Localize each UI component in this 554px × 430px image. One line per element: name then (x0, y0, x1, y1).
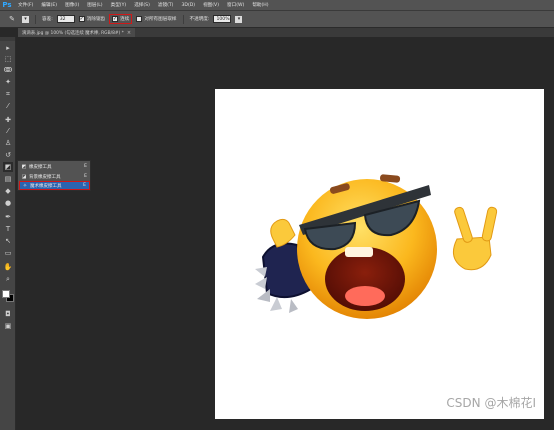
crop-tool-icon[interactable]: ⌗ (3, 89, 13, 99)
csdn-watermark: CSDN @木棉花I (446, 396, 536, 410)
opacity-dropdown-icon[interactable]: ▾ (235, 15, 243, 23)
photoshop-logo: Ps (2, 1, 12, 9)
contiguous-checkbox[interactable]: ✓ 连续 (109, 14, 133, 24)
flyout-item-shortcut: E (83, 183, 86, 188)
menu-layer[interactable]: 图层(L) (83, 2, 106, 8)
flyout-item-label: 橡皮擦工具 (29, 164, 52, 170)
blur-tool-icon[interactable]: ◆ (3, 186, 13, 196)
zoom-tool-icon[interactable]: ⌕ (3, 274, 13, 284)
pen-tool-icon[interactable]: ✒ (3, 212, 13, 222)
menu-edit[interactable]: 编辑(E) (37, 2, 61, 8)
panel-grip[interactable] (0, 37, 15, 41)
rock-on-hand (452, 206, 498, 271)
document-tab-title: 滴滴表.jpg @ 100% (勾选连续 魔术棒, RGB/8#) * (22, 30, 124, 36)
marquee-tool-icon[interactable]: ⬚ (3, 54, 13, 64)
screen-mode-icon[interactable]: ▣ (3, 321, 13, 331)
foreground-color-swatch[interactable] (2, 290, 10, 298)
hand-tool-icon[interactable]: ✋ (3, 262, 13, 272)
document-tab-bar: 滴滴表.jpg @ 100% (勾选连续 魔术棒, RGB/8#) * × (18, 28, 554, 37)
clone-stamp-tool-icon[interactable]: ♙ (3, 138, 13, 148)
magic-eraser-tool-preset-icon[interactable]: ✎ (6, 14, 18, 24)
eraser-tool-icon[interactable]: ◩ (3, 162, 13, 172)
eraser-tool-flyout: ◩ 橡皮擦工具 E ◪ 背景橡皮擦工具 E ✧ 魔术橡皮擦工具 E (17, 160, 91, 191)
document-canvas[interactable]: CSDN @木棉花I (215, 89, 544, 419)
menu-select[interactable]: 选择(S) (130, 2, 154, 8)
move-tool-icon[interactable]: ▸ (3, 43, 13, 53)
tolerance-label: 容差: (42, 17, 53, 22)
menu-type[interactable]: 类型(Y) (107, 2, 131, 8)
tolerance-input[interactable]: 32 (56, 15, 75, 23)
gradient-tool-icon[interactable]: ▤ (3, 174, 13, 184)
lasso-tool-icon[interactable]: ↂ (3, 65, 13, 75)
brush-tool-icon[interactable]: ⁄ (3, 126, 13, 136)
tool-preset-dropdown-icon[interactable]: ▾ (22, 15, 29, 23)
opacity-input[interactable]: 100% (213, 15, 232, 23)
all-layers-check-icon[interactable] (136, 16, 143, 22)
menu-window[interactable]: 窗口(W) (223, 2, 248, 8)
menu-help[interactable]: 帮助(H) (248, 2, 272, 8)
contiguous-label: 连续 (120, 17, 130, 22)
menu-filter[interactable]: 滤镜(T) (154, 2, 178, 8)
all-layers-checkbox[interactable]: 对所有图层取样 (136, 16, 177, 22)
contiguous-check-icon[interactable]: ✓ (112, 16, 119, 22)
document-tab[interactable]: 滴滴表.jpg @ 100% (勾选连续 魔术棒, RGB/8#) * × (18, 28, 136, 37)
options-bar: ✎ ▾ 容差: 32 ✓ 消除锯齿 ✓ 连续 对所有图层取样 不透明度: 100… (0, 11, 554, 28)
flyout-item-eraser[interactable]: ◩ 橡皮擦工具 E (19, 162, 90, 171)
all-layers-label: 对所有图层取样 (144, 17, 177, 22)
emoji-artwork (255, 174, 498, 319)
healing-brush-tool-icon[interactable]: ✚ (3, 115, 13, 125)
dodge-tool-icon[interactable]: ● (3, 198, 13, 208)
close-icon[interactable]: × (127, 30, 131, 36)
menu-file[interactable]: 文件(F) (14, 2, 37, 8)
eraser-icon: ◩ (21, 163, 27, 170)
opacity-label: 不透明度: (189, 17, 210, 22)
menu-view[interactable]: 视图(V) (199, 2, 223, 8)
quick-select-tool-icon[interactable]: ✦ (3, 77, 13, 87)
path-select-tool-icon[interactable]: ↖ (3, 236, 13, 246)
antialias-check-icon[interactable]: ✓ (78, 16, 85, 22)
flyout-item-shortcut: E (84, 174, 87, 179)
menu-bar: Ps 文件(F) 编辑(E) 图像(I) 图层(L) 类型(Y) 选择(S) 滤… (0, 0, 554, 11)
options-separator (35, 14, 36, 24)
antialias-label: 消除锯齿 (86, 17, 106, 22)
flyout-item-background-eraser[interactable]: ◪ 背景橡皮擦工具 E (19, 172, 90, 181)
tools-panel: ▸ ⬚ ↂ ✦ ⌗ ⁄ ✚ ⁄ ♙ ↺ ◩ ▤ ◆ ● ✒ T ↖ ▭ ✋ ⌕ … (0, 37, 16, 430)
eyedropper-tool-icon[interactable]: ⁄ (3, 101, 13, 111)
menu-3d[interactable]: 3D(D) (177, 3, 199, 8)
magic-eraser-icon: ✧ (22, 182, 28, 189)
antialias-checkbox[interactable]: ✓ 消除锯齿 (78, 16, 106, 22)
menu-image[interactable]: 图像(I) (61, 2, 83, 8)
flyout-item-magic-eraser[interactable]: ✧ 魔术橡皮擦工具 E (19, 181, 90, 190)
flyout-item-label: 背景橡皮擦工具 (29, 174, 61, 180)
background-eraser-icon: ◪ (21, 173, 27, 180)
type-tool-icon[interactable]: T (3, 224, 13, 234)
history-brush-tool-icon[interactable]: ↺ (3, 150, 13, 160)
flyout-item-shortcut: E (84, 164, 87, 169)
shape-tool-icon[interactable]: ▭ (3, 248, 13, 258)
options-separator (182, 14, 184, 24)
quick-mask-icon[interactable]: ◘ (3, 309, 13, 319)
flyout-item-label: 魔术橡皮擦工具 (30, 183, 62, 189)
